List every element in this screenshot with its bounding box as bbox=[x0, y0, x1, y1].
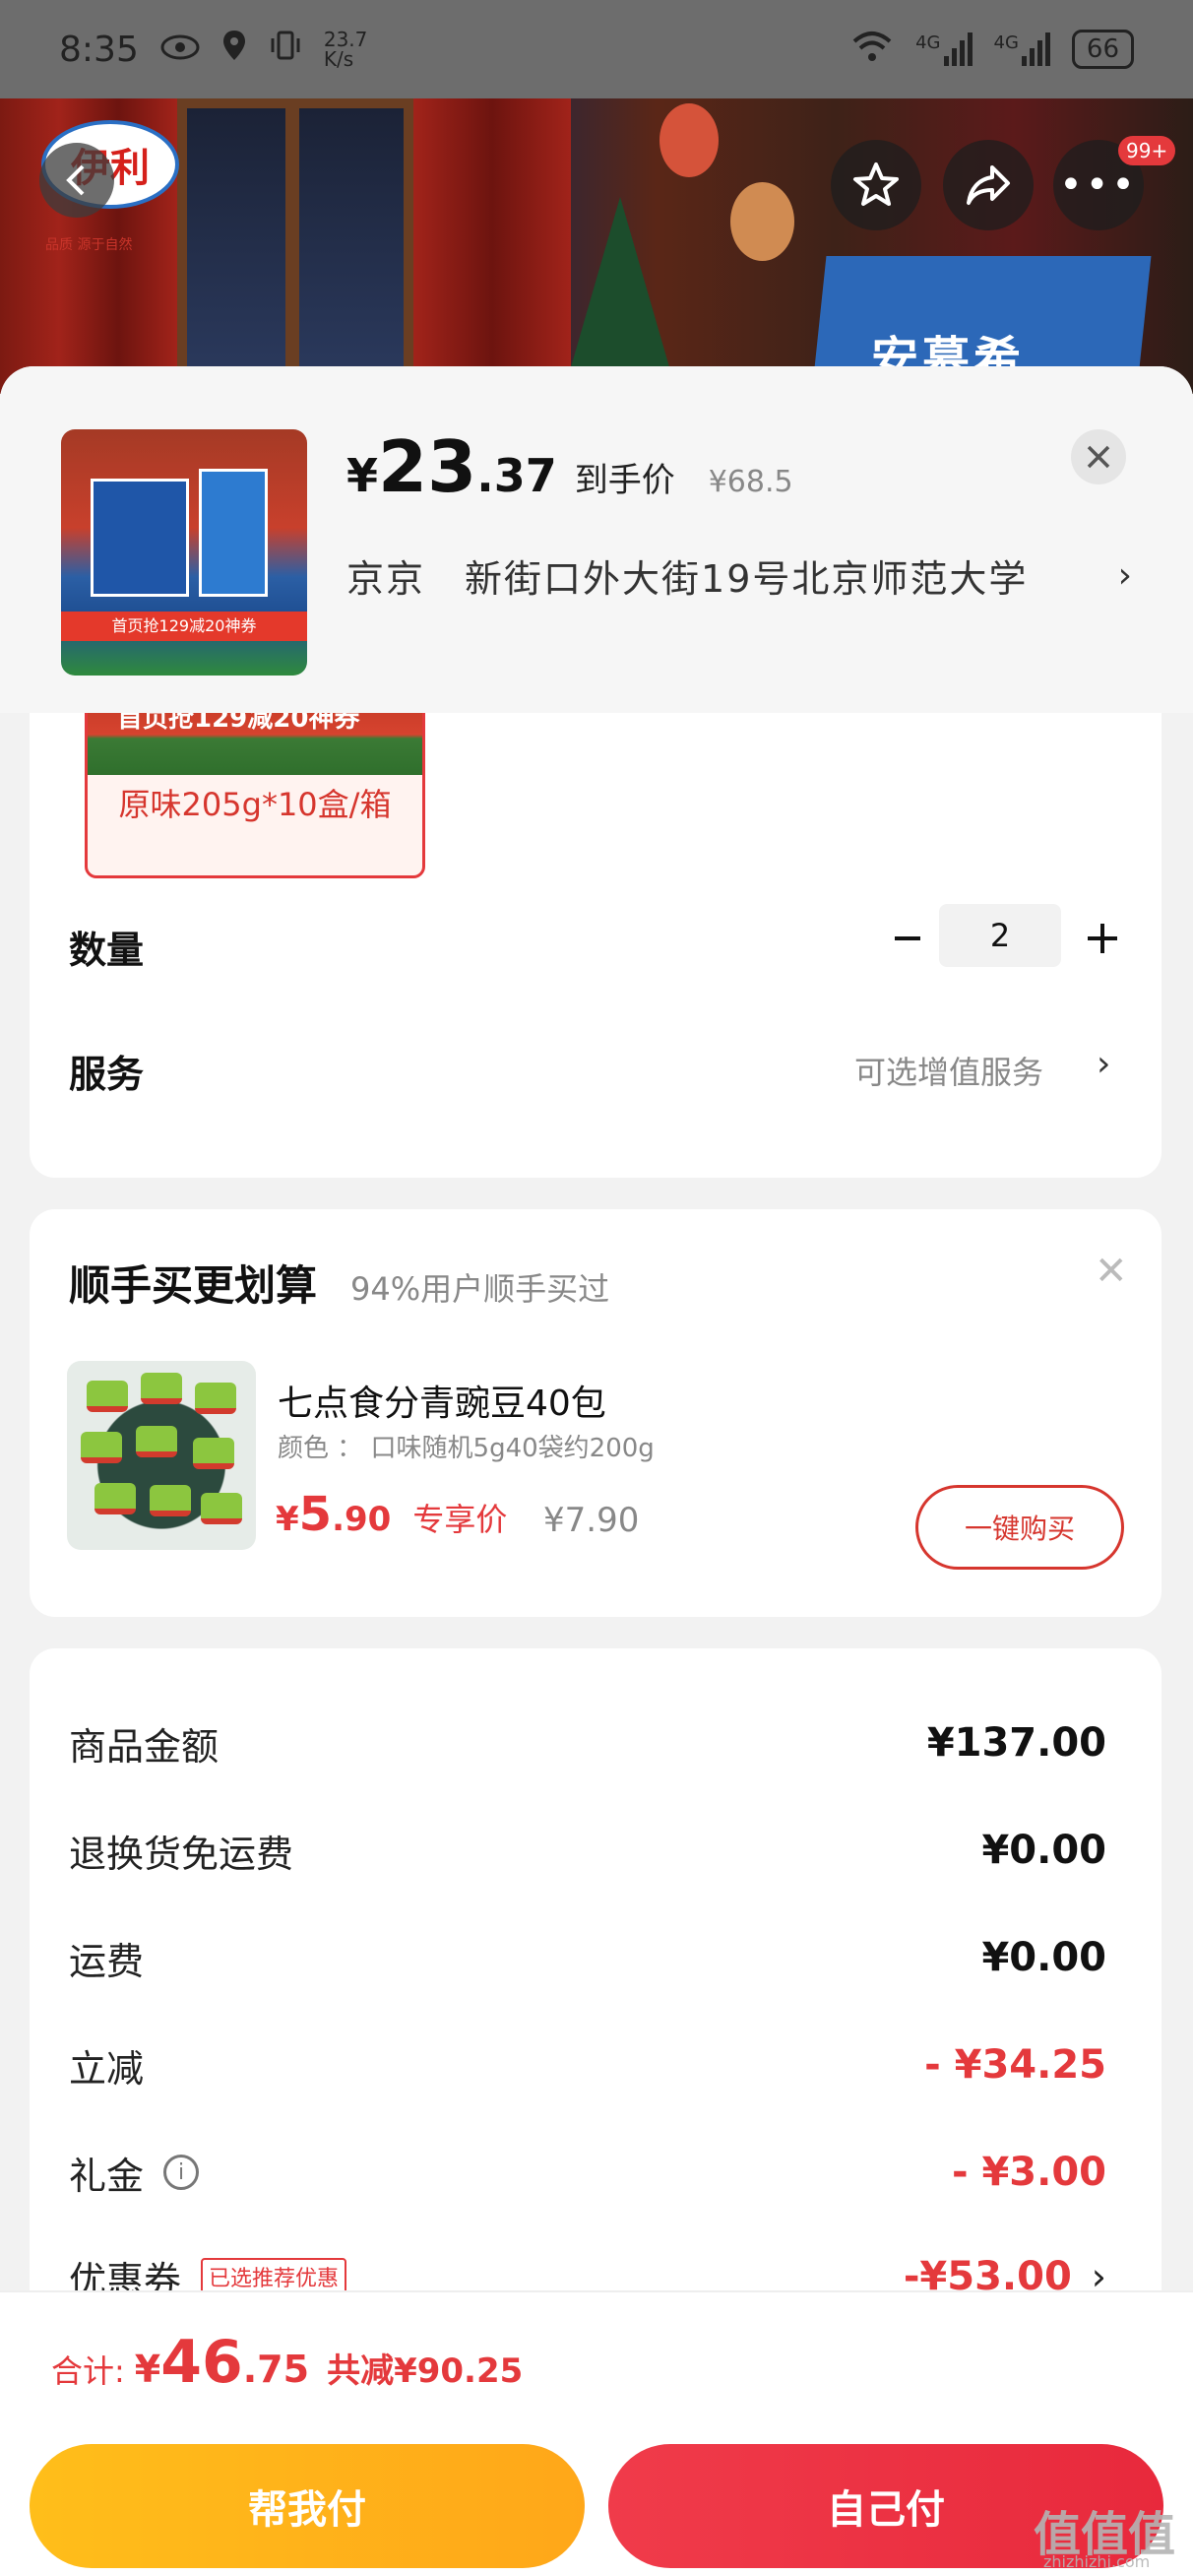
more-dots-icon: ••• bbox=[1059, 162, 1138, 208]
quantity-decrease-button[interactable] bbox=[878, 904, 937, 973]
total-saved: 共减¥90.25 bbox=[327, 2351, 524, 2391]
location-icon bbox=[221, 29, 247, 71]
eye-icon bbox=[160, 30, 200, 70]
one-click-buy-button[interactable]: 一键购买 bbox=[915, 1485, 1124, 1570]
sheet-header: 首页抢129减20神券 ¥ 23 .37 到手价 ¥68.5 京京 新街口外大街… bbox=[0, 366, 1193, 713]
checkout-bar: 合计: ¥ 46 .75 共减¥90.25 帮我付 自己付 bbox=[0, 2290, 1193, 2576]
notification-badge: 99+ bbox=[1118, 136, 1176, 165]
minus-icon bbox=[895, 936, 920, 940]
network-speed: 23.7 K/s bbox=[323, 28, 368, 71]
address-detail: 新街口外大街19号北京师范大学 bbox=[465, 557, 1029, 601]
vibrate-icon bbox=[269, 29, 302, 71]
service-hint[interactable]: 可选增值服务 bbox=[854, 1048, 1043, 1093]
wifi-icon bbox=[850, 30, 894, 69]
quantity-label: 数量 bbox=[69, 929, 145, 972]
addon-title: 顺手买更划算 bbox=[69, 1261, 318, 1310]
share-icon bbox=[967, 165, 1010, 205]
addon-price-tag: 专享价 bbox=[412, 1501, 508, 1538]
star-icon bbox=[853, 162, 899, 206]
chevron-right-icon: › bbox=[1117, 555, 1134, 596]
variant-label: 原味205g*10盒/箱 bbox=[118, 786, 392, 823]
address-city: 京京 bbox=[346, 557, 426, 601]
original-price: ¥68.5 bbox=[708, 465, 793, 499]
signal-icon-1: 4G bbox=[915, 32, 973, 66]
back-button[interactable] bbox=[39, 143, 114, 218]
status-bar: 8:35 23.7 K/s 4G 4G 66 bbox=[0, 0, 1193, 98]
product-hero-image: 安慕希 伊利 品质 源于自然 ••• 99+ bbox=[0, 98, 1193, 394]
total-row: 合计: ¥ 46 .75 共减¥90.25 bbox=[51, 2328, 524, 2397]
quantity-input[interactable]: 2 bbox=[939, 904, 1061, 967]
variant-option-selected[interactable]: 首页抢129减20神券 原味205g*10盒/箱 bbox=[85, 691, 425, 878]
addon-subtitle: 94%用户顺手买过 bbox=[350, 1270, 610, 1308]
plus-icon bbox=[1088, 924, 1117, 953]
product-thumbnail: 首页抢129减20神券 bbox=[61, 429, 307, 676]
purchase-sheet: 首页抢129减20神券 ¥ 23 .37 到手价 ¥68.5 京京 新街口外大街… bbox=[0, 366, 1193, 2576]
close-button[interactable] bbox=[1071, 429, 1126, 484]
address-selector[interactable]: 京京 新街口外大街19号北京师范大学 › bbox=[346, 548, 1134, 603]
addon-recommendation-card: 顺手买更划算 94%用户顺手买过 ✕ 七点食分青豌豆40包 颜色 ： 口味随机5… bbox=[30, 1209, 1162, 1617]
status-time: 8:35 bbox=[59, 29, 139, 70]
summary-row-shipping: 运费 ¥0.00 bbox=[69, 1935, 1106, 1983]
watermark-url: zhizhizhi.com bbox=[1043, 2552, 1151, 2571]
addon-product-spec: 颜色 ： 口味随机5g40袋约200g bbox=[278, 1434, 655, 1463]
brand-slogan: 品质 源于自然 bbox=[45, 237, 133, 253]
ask-friend-pay-button[interactable]: 帮我付 bbox=[30, 2444, 585, 2568]
service-label: 服务 bbox=[69, 1053, 145, 1096]
close-icon bbox=[1087, 445, 1110, 469]
addon-price: ¥ 5 .90 专享价 bbox=[276, 1487, 508, 1542]
summary-row-gift-money: 礼金 i - ¥3.00 bbox=[69, 2150, 1106, 2198]
favorite-button[interactable] bbox=[831, 140, 921, 230]
summary-row-goods-amount: 商品金额 ¥137.00 bbox=[69, 1720, 1106, 1769]
spec-card: 首页抢129减20神券 原味205g*10盒/箱 数量 2 服务 可选增值服务 … bbox=[30, 662, 1162, 1178]
signal-icon-2: 4G bbox=[994, 32, 1050, 66]
summary-row-instant-discount: 立减 - ¥34.25 bbox=[69, 2042, 1106, 2091]
price-tag: 到手价 bbox=[574, 461, 675, 500]
christmas-tree bbox=[566, 197, 674, 384]
chevron-left-icon bbox=[66, 164, 85, 196]
price-row: ¥ 23 .37 到手价 ¥68.5 bbox=[346, 425, 793, 508]
battery-icon: 66 bbox=[1071, 30, 1134, 69]
chevron-right-icon[interactable]: › bbox=[1097, 1044, 1110, 1084]
share-button[interactable] bbox=[943, 140, 1034, 230]
summary-row-free-return: 退换货免运费 ¥0.00 bbox=[69, 1828, 1106, 1876]
addon-product-image bbox=[67, 1361, 256, 1550]
quantity-increase-button[interactable] bbox=[1073, 904, 1132, 973]
addon-product-name: 七点食分青豌豆40包 bbox=[278, 1384, 606, 1424]
addon-original-price: ¥7.90 bbox=[543, 1501, 640, 1540]
info-icon[interactable]: i bbox=[163, 2155, 200, 2190]
addon-close-icon[interactable]: ✕ bbox=[1095, 1249, 1128, 1294]
thumb-promo-strip: 首页抢129减20神券 bbox=[61, 612, 307, 641]
